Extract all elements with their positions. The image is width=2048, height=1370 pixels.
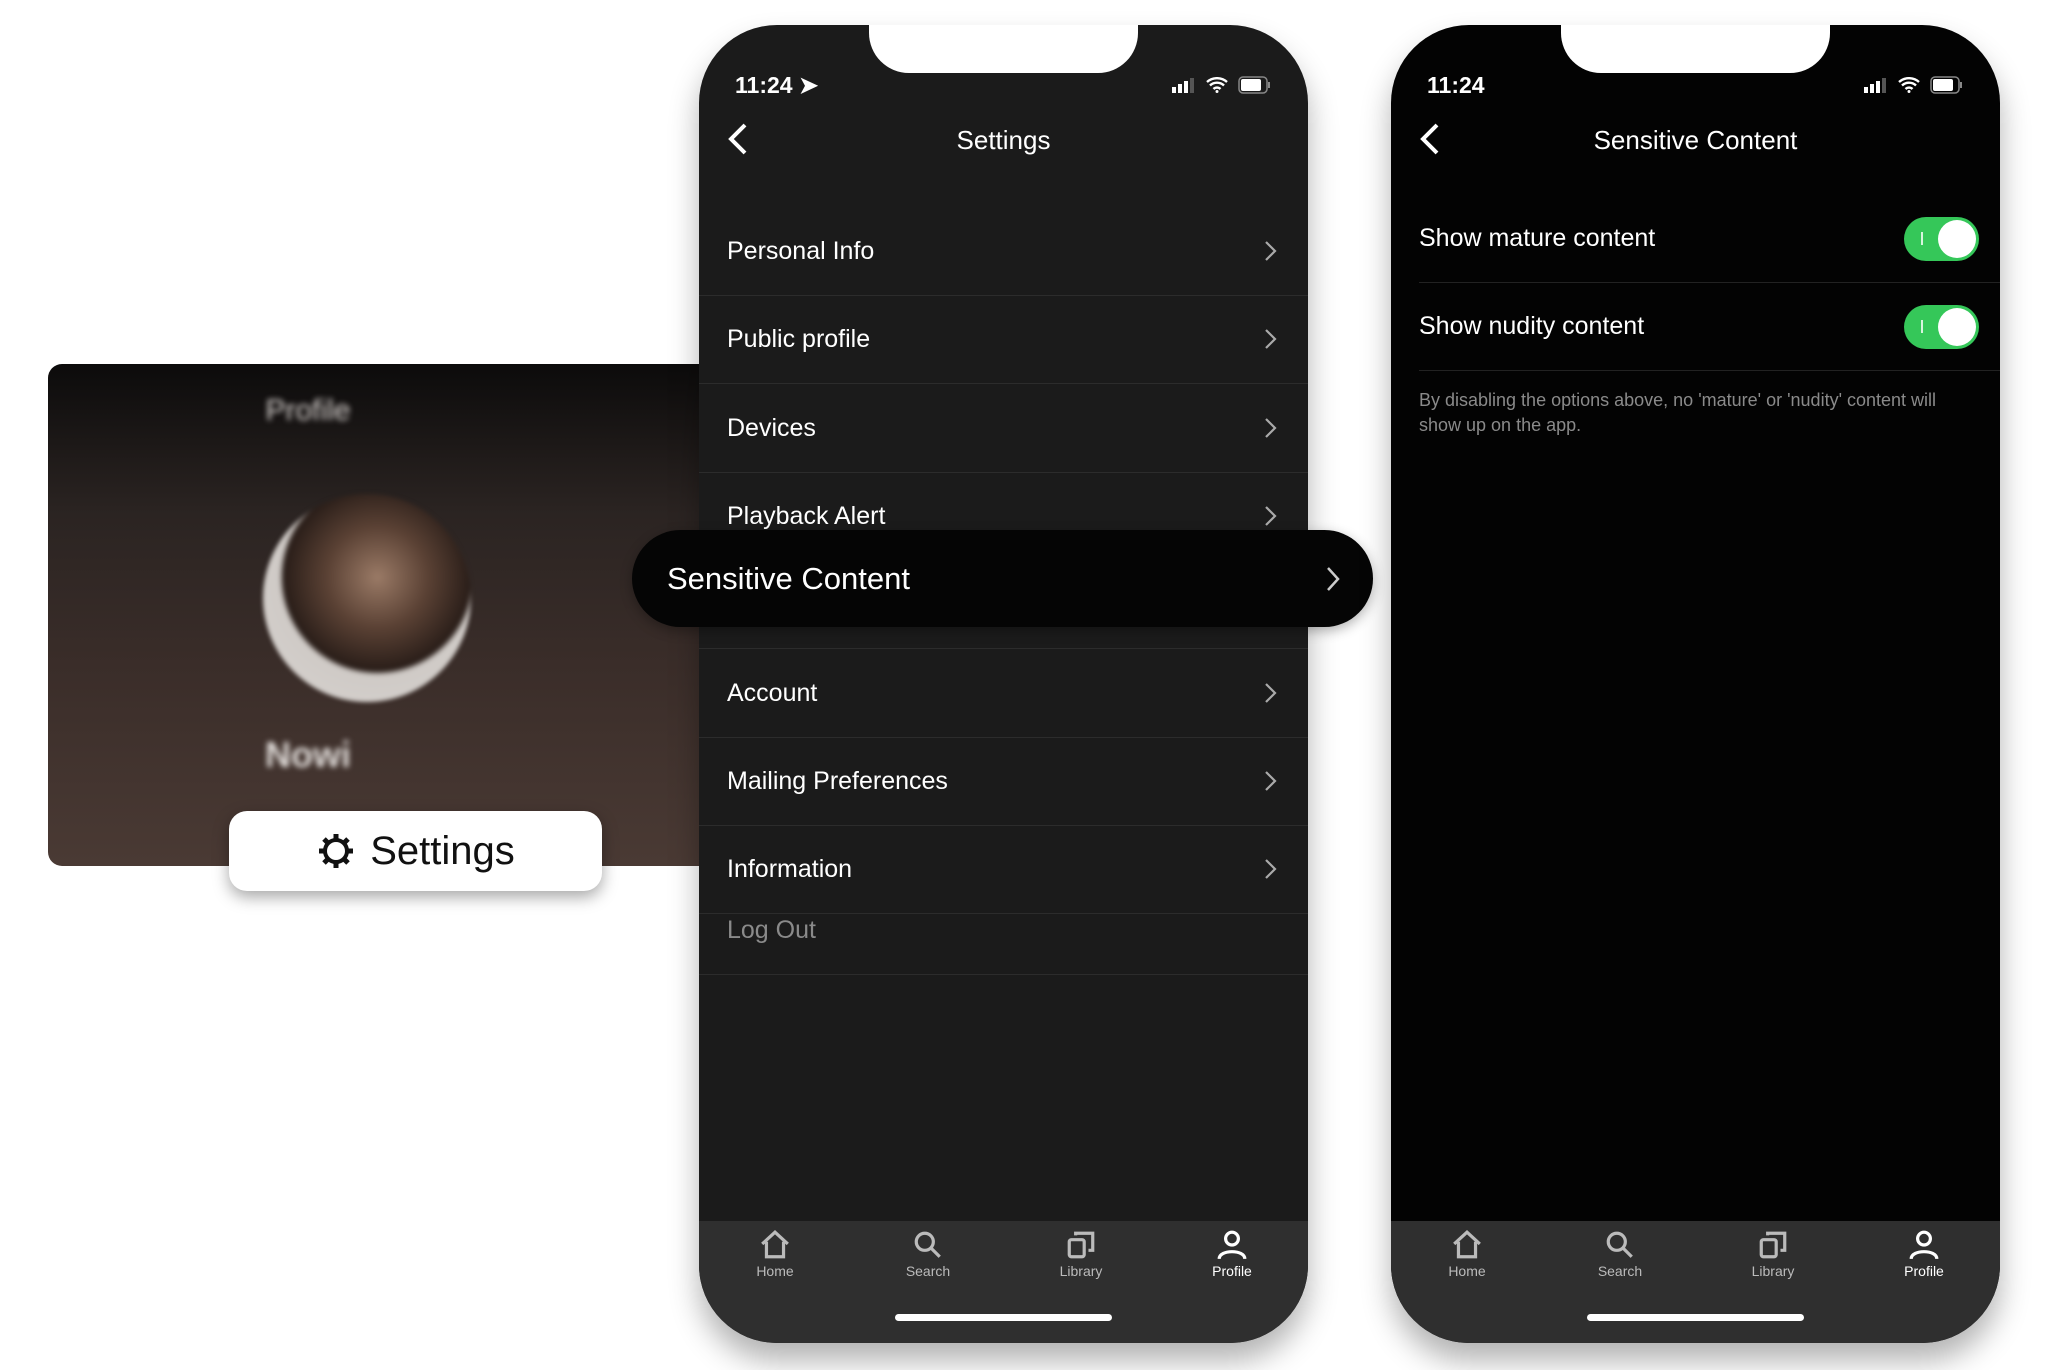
settings-item-mailing-preferences[interactable]: Mailing Preferences [699, 738, 1308, 826]
wifi-icon [1898, 77, 1920, 93]
nudity-content-toggle[interactable] [1904, 304, 1979, 349]
description-text: By disabling the options above, no 'matu… [1419, 390, 1937, 435]
settings-button-label: Settings [370, 828, 515, 873]
home-icon [761, 1230, 789, 1259]
option-row-mature: Show mature content [1419, 195, 2000, 283]
battery-icon [1930, 76, 1962, 94]
location-icon: ➤ [798, 71, 819, 98]
option-label: Show mature content [1419, 224, 1656, 252]
settings-item-account[interactable]: Account [699, 650, 1308, 738]
settings-phone: 11:24 ➤ Settings Personal Info Public pro… [699, 25, 1308, 1343]
page-title: Sensitive Content [1593, 125, 1798, 155]
wifi-icon [1206, 77, 1228, 93]
tab-label: Library [1751, 1263, 1795, 1279]
tab-bar: Home Search Library Profile [1391, 1221, 2000, 1343]
status-bar: 11:24 ➤ [735, 69, 1272, 101]
search-icon [914, 1231, 941, 1258]
tab-profile[interactable]: Profile [1879, 1229, 1969, 1279]
profile-icon [1217, 1230, 1247, 1260]
chevron-right-icon [1265, 241, 1277, 261]
status-time: 11:24 [735, 71, 793, 98]
profile-icon [1909, 1230, 1939, 1260]
avatar [263, 494, 471, 702]
notch [1561, 25, 1830, 73]
signal-icon [1172, 78, 1194, 93]
settings-item-devices[interactable]: Devices [699, 385, 1308, 473]
tab-label: Search [1597, 1263, 1643, 1279]
mature-content-toggle[interactable] [1904, 216, 1979, 261]
settings-item-public-profile[interactable]: Public profile [699, 296, 1308, 385]
tab-profile[interactable]: Profile [1187, 1229, 1277, 1279]
chevron-right-icon [1265, 771, 1277, 791]
settings-item-label: Information [727, 855, 853, 884]
settings-item-label: Devices [727, 413, 816, 442]
battery-icon [1238, 76, 1270, 94]
chevron-right-icon [1265, 859, 1277, 879]
chevron-right-icon [1327, 567, 1340, 591]
notch [869, 25, 1138, 73]
gear-icon [319, 834, 354, 868]
chevron-right-icon [1265, 329, 1277, 350]
tab-label: Profile [1212, 1263, 1252, 1279]
page-title: Settings [956, 125, 1051, 155]
profile-title: Profile [265, 394, 351, 427]
option-row-nudity: Show nudity content [1419, 283, 2000, 371]
tab-search[interactable]: Search [883, 1229, 973, 1279]
logout-label: Log Out [727, 916, 816, 944]
settings-button[interactable]: Settings [229, 811, 602, 891]
home-indicator [1587, 1314, 1804, 1321]
settings-item-label: Mailing Preferences [727, 766, 948, 795]
signal-icon [1864, 78, 1886, 93]
chevron-right-icon [1265, 506, 1277, 526]
tab-label: Library [1059, 1263, 1103, 1279]
tab-label: Home [1448, 1263, 1486, 1279]
tab-label: Profile [1904, 1263, 1944, 1279]
settings-item-label: Personal Info [727, 237, 875, 265]
settings-item-label: Playback Alert [727, 501, 886, 530]
tab-label: Home [756, 1263, 794, 1279]
tab-home[interactable]: Home [730, 1229, 820, 1279]
settings-item-personal-info[interactable]: Personal Info [699, 208, 1308, 296]
logout-button[interactable]: Log Out [699, 887, 1308, 975]
highlighted-item-sensitive-content[interactable]: Sensitive Content [632, 530, 1373, 627]
settings-item-label: Account [727, 678, 818, 707]
status-bar: 11:24 [1427, 69, 1964, 101]
sensitive-content-phone: 11:24 Sensitive Content Show mature cont… [1391, 25, 2000, 1343]
library-icon [1759, 1231, 1787, 1259]
home-indicator [895, 1314, 1112, 1321]
tab-label: Search [905, 1263, 951, 1279]
tab-library[interactable]: Library [1728, 1229, 1818, 1279]
chevron-right-icon [1265, 417, 1277, 438]
settings-item-label: Public profile [727, 325, 871, 354]
option-label: Show nudity content [1419, 312, 1645, 340]
chevron-right-icon [1265, 682, 1277, 703]
tab-library[interactable]: Library [1036, 1229, 1126, 1279]
highlighted-item-label: Sensitive Content [667, 560, 910, 596]
tab-bar: Home Search Library Profile [699, 1221, 1308, 1343]
tab-home[interactable]: Home [1422, 1229, 1512, 1279]
library-icon [1067, 1231, 1095, 1259]
status-time: 11:24 [1427, 71, 1485, 98]
tab-search[interactable]: Search [1575, 1229, 1665, 1279]
search-icon [1606, 1231, 1633, 1258]
profile-name: Nowi [265, 734, 351, 775]
home-icon [1453, 1230, 1481, 1259]
